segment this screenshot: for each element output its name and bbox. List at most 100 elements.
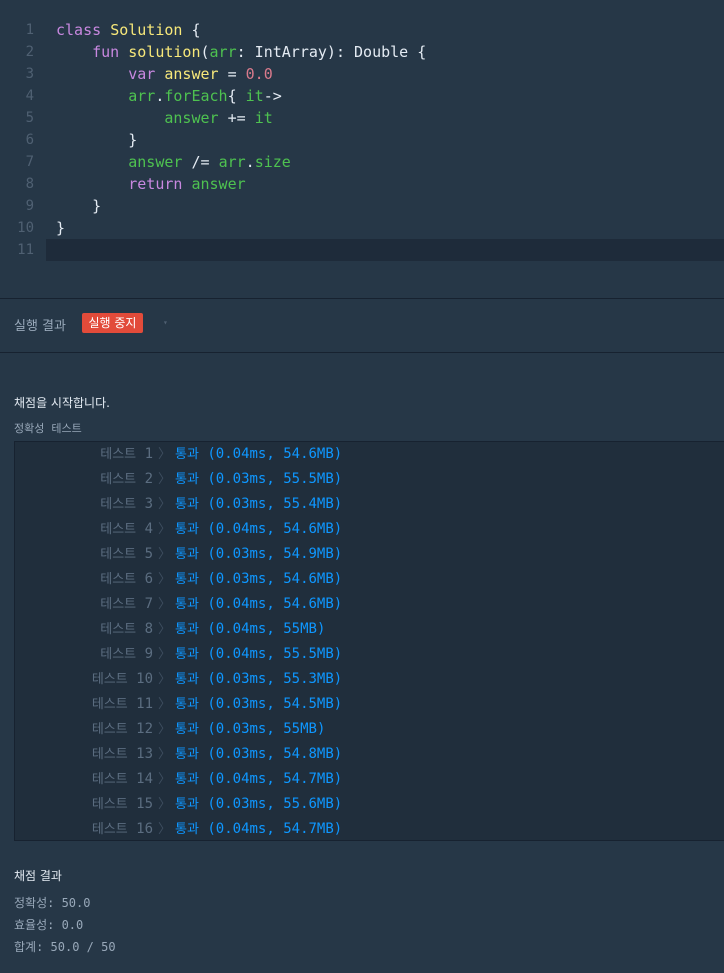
test-row: 테스트 5 〉 통과 (0.03ms, 54.9MB) <box>15 542 724 567</box>
test-result: 통과 (0.04ms, 54.6MB) <box>175 596 343 612</box>
code-line[interactable]: 11 <box>17 239 724 261</box>
test-word: 테스트 <box>91 797 128 812</box>
line-number: 6 <box>25 132 34 148</box>
test-label: 테스트 5 <box>100 542 153 567</box>
code-line[interactable]: 3 var answer = 0.0 <box>0 63 724 85</box>
code-line[interactable]: 7 answer /= arr.size <box>0 151 724 173</box>
code-token: answer <box>191 175 246 193</box>
test-results-list: 테스트 1 〉 통과 (0.04ms, 54.6MB) 테스트 2 〉 통과 (0.03m… <box>14 441 724 841</box>
test-number: 14 <box>136 771 153 787</box>
test-memory: 54.5MB <box>283 696 334 712</box>
test-result: 통과 (0.03ms, 54.9MB) <box>175 546 343 562</box>
code-line[interactable]: 8 return answer <box>0 173 724 195</box>
chevron-right-icon: 〉 <box>158 672 172 687</box>
test-memory: 55.5MB <box>283 471 334 487</box>
chevron-right-icon: 〉 <box>158 722 172 737</box>
test-time: 0.04ms <box>215 646 267 662</box>
test-time: 0.03ms <box>215 546 267 562</box>
test-row: 테스트 8 〉 통과 (0.04ms, 55MB) <box>15 617 724 642</box>
test-number: 4 <box>144 521 153 537</box>
code-token: } <box>56 131 138 149</box>
code-editor[interactable]: 1 class Solution {2 fun solution(arr: Int… <box>0 0 724 298</box>
test-row: 테스트 16 〉 통과 (0.04ms, 54.7MB) <box>15 817 724 842</box>
test-number: 8 <box>144 621 153 637</box>
line-number: 5 <box>25 110 34 126</box>
test-label: 테스트 13 <box>92 742 153 767</box>
total-score: 합계: 50.0 / 50 <box>14 940 116 954</box>
chevron-right-icon: 〉 <box>158 497 172 512</box>
code-text: class Solution { <box>56 19 201 41</box>
test-label: 테스트 1 <box>100 442 153 467</box>
test-memory: 55.3MB <box>283 671 334 687</box>
code-line[interactable]: 1 class Solution { <box>0 19 724 41</box>
code-token: { <box>182 21 201 39</box>
test-row: 테스트 6 〉 통과 (0.03ms, 54.6MB) <box>15 567 724 592</box>
test-number: 15 <box>136 796 153 812</box>
caret-down-icon[interactable]: ▾ <box>163 319 171 327</box>
code-text: arr.forEach{ it-> <box>56 85 282 107</box>
test-memory: 55MB <box>283 621 317 637</box>
chevron-right-icon: 〉 <box>158 822 172 837</box>
stop-run-button[interactable]: 실행 중지 <box>82 313 143 333</box>
code-token: Solution <box>110 21 183 39</box>
pass-label: 통과 <box>175 547 199 562</box>
code-token: return <box>128 175 183 193</box>
code-text: answer += it <box>56 107 273 129</box>
test-number: 9 <box>144 646 153 662</box>
code-token: arr <box>128 87 156 105</box>
code-line[interactable]: 6 } <box>0 129 724 151</box>
test-number: 13 <box>136 746 153 762</box>
line-number: 10 <box>17 220 34 236</box>
code-token: var <box>128 65 156 83</box>
code-line[interactable]: 4 arr.forEach{ it-> <box>0 85 724 107</box>
test-label: 테스트 8 <box>100 617 153 642</box>
test-result: 통과 (0.04ms, 54.7MB) <box>175 771 343 787</box>
test-label: 테스트 10 <box>92 667 153 692</box>
code-token: size <box>254 153 291 171</box>
line-number: 4 <box>25 88 34 104</box>
test-label: 테스트 2 <box>100 467 153 492</box>
test-number: 3 <box>144 496 153 512</box>
code-line[interactable]: 10} <box>0 217 724 239</box>
code-text: } <box>56 195 101 217</box>
pass-label: 통과 <box>175 647 199 662</box>
chevron-right-icon: 〉 <box>158 772 172 787</box>
test-word: 테스트 <box>91 822 128 837</box>
test-time: 0.04ms <box>215 521 267 537</box>
chevron-right-icon: 〉 <box>158 547 172 562</box>
test-time: 0.03ms <box>215 496 267 512</box>
test-label: 테스트 9 <box>100 642 153 667</box>
test-memory: 54.8MB <box>283 746 334 762</box>
code-text: } <box>56 129 137 151</box>
code-token: 0.0 <box>245 65 273 83</box>
chevron-right-icon: 〉 <box>158 597 172 612</box>
code-line[interactable]: 5 answer += it <box>0 107 724 129</box>
test-row: 테스트 11 〉 통과 (0.03ms, 54.5MB) <box>15 692 724 717</box>
test-result: 통과 (0.03ms, 55.3MB) <box>175 671 343 687</box>
test-time: 0.03ms <box>215 746 267 762</box>
test-label: 테스트 7 <box>100 592 153 617</box>
chevron-right-icon: 〉 <box>158 472 172 487</box>
line-number: 8 <box>25 176 34 192</box>
test-word: 테스트 <box>91 747 128 762</box>
code-line[interactable]: 2 fun solution(arr: IntArray): Double { <box>0 41 724 63</box>
line-number: 1 <box>25 22 34 38</box>
test-word: 테스트 <box>91 772 128 787</box>
test-result: 통과 (0.03ms, 55.6MB) <box>175 796 343 812</box>
pass-label: 통과 <box>175 772 199 787</box>
grade-result-title: 채점 결과 <box>14 869 62 883</box>
pass-label: 통과 <box>175 822 199 837</box>
test-memory: 54.7MB <box>283 821 334 837</box>
test-memory: 54.6MB <box>283 571 334 587</box>
test-time: 0.03ms <box>215 696 267 712</box>
efficiency-score: 효율성: 0.0 <box>14 918 84 932</box>
code-token: it <box>254 109 273 127</box>
test-result: 통과 (0.03ms, 55.5MB) <box>175 471 343 487</box>
line-number: 2 <box>25 44 34 60</box>
code-token: } <box>56 197 102 215</box>
pass-label: 통과 <box>175 722 199 737</box>
test-number: 12 <box>136 721 153 737</box>
code-line[interactable]: 9 } <box>0 195 724 217</box>
